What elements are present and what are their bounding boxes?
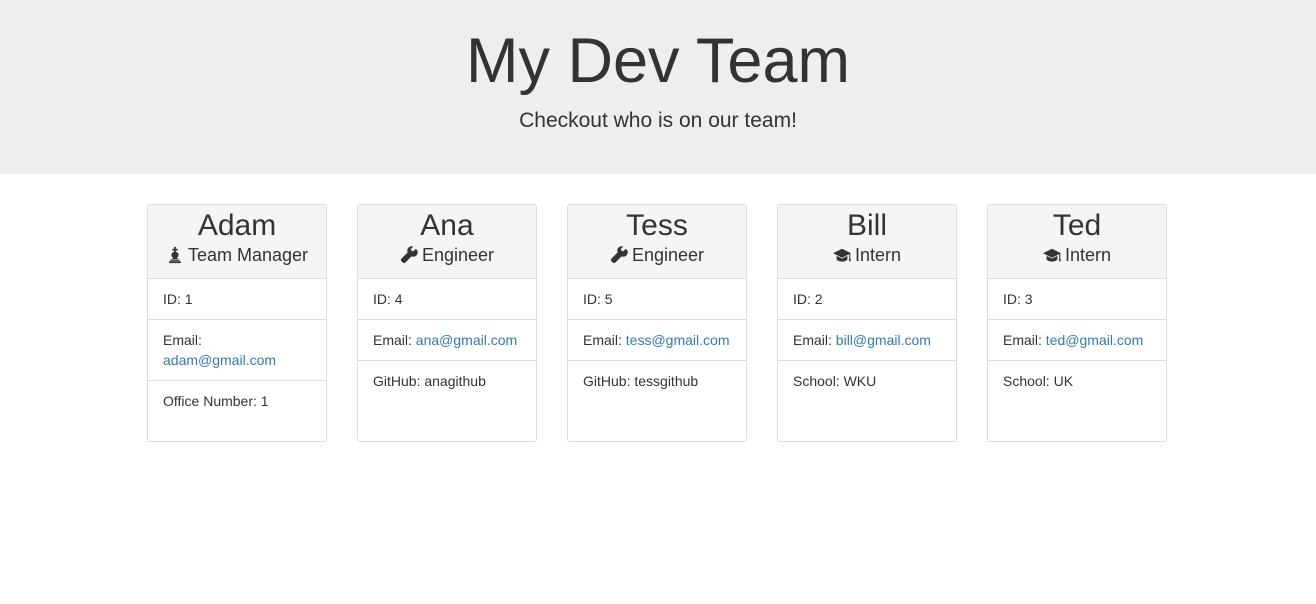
member-id: ID: 4 [358,279,536,320]
member-email: Email: adam@gmail.com [148,320,326,381]
email-label: Email: [163,332,202,348]
team-member-card: Tess Engineer ID: 5 Email: tess@gmail.co… [567,204,747,442]
graduation-cap-icon [832,246,851,264]
member-role: Engineer [568,244,746,266]
member-email: Email: tess@gmail.com [568,320,746,361]
chess-king-icon [166,246,184,264]
member-school: School: UK [1003,373,1074,389]
member-email: Email: ted@gmail.com [988,320,1166,361]
email-label: Email: [1003,332,1042,348]
member-github: GitHub: tessgithub [583,373,699,389]
card-header: Bill Intern [778,205,956,279]
member-name: Ana [420,209,474,242]
member-name: Tess [626,209,688,242]
member-role: Engineer [358,244,536,266]
email-label: Email: [373,332,412,348]
member-name: Ted [1052,209,1102,242]
member-email: Email: bill@gmail.com [778,320,956,361]
team-member-card: Adam Team Manager ID: 1 Email: adam@gmai… [147,204,327,442]
team-member-card: Bill Intern ID: 2 Email: bill@gmail.com … [777,204,957,442]
member-name: Bill [846,209,887,242]
member-id: ID: 1 [148,279,326,320]
page-subtitle: Checkout who is on our team! [519,109,797,132]
wrench-icon [610,246,628,264]
email-link[interactable]: bill@gmail.com [836,332,931,348]
member-role: Team Manager [148,244,326,266]
card-header: Ted Intern [988,205,1166,279]
member-id: ID: 2 [778,279,956,320]
role-label: Engineer [421,245,495,265]
email-label: Email: [793,332,832,348]
member-role: Intern [988,244,1166,266]
card-header: Ana Engineer [358,205,536,279]
page-header: My Dev Team Checkout who is on our team! [0,0,1316,174]
member-id: ID: 3 [988,279,1166,320]
member-email: Email: ana@gmail.com [358,320,536,361]
email-link[interactable]: adam@gmail.com [163,352,276,368]
member-name: Adam [197,209,277,242]
role-label: Team Manager [187,245,309,265]
card-header: Tess Engineer [568,205,746,279]
member-id: ID: 5 [568,279,746,320]
team-member-card: Ted Intern ID: 3 Email: ted@gmail.com Sc… [987,204,1167,442]
team-member-card: Ana Engineer ID: 4 Email: ana@gmail.com … [357,204,537,442]
email-link[interactable]: ana@gmail.com [416,332,517,348]
member-school: School: WKU [793,373,877,389]
wrench-icon [400,246,418,264]
graduation-cap-icon [1042,246,1061,264]
role-label: Engineer [631,245,705,265]
email-link[interactable]: ted@gmail.com [1046,332,1143,348]
team-cards: Adam Team Manager ID: 1 Email: adam@gmai… [0,174,1316,604]
card-header: Adam Team Manager [148,205,326,279]
member-office-number: Office Number: 1 [163,393,269,409]
member-role: Intern [778,244,956,266]
role-label: Intern [1064,245,1112,265]
member-github: GitHub: anagithub [373,373,486,389]
email-link[interactable]: tess@gmail.com [626,332,730,348]
page-title: My Dev Team [466,26,850,96]
role-label: Intern [854,245,902,265]
email-label: Email: [583,332,622,348]
